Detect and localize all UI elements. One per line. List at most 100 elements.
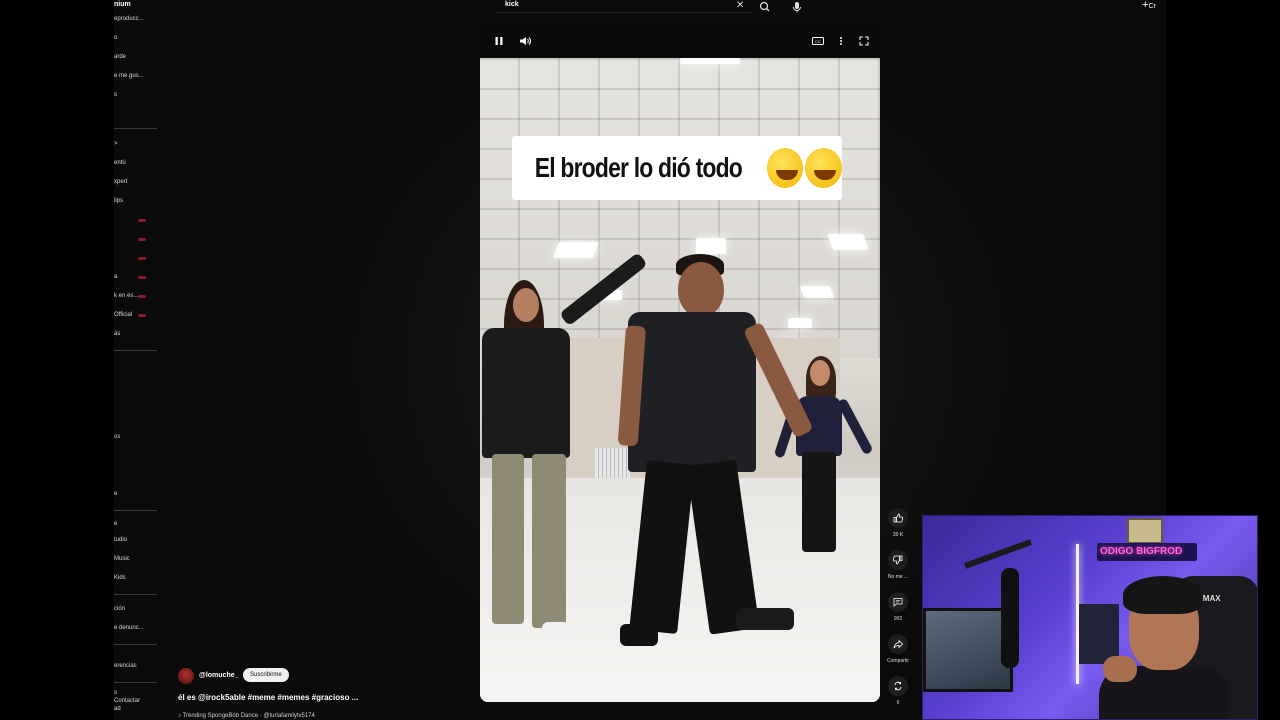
leg xyxy=(532,454,566,628)
sidebar-item-show-more[interactable]: ás xyxy=(114,331,120,337)
ceiling-light xyxy=(553,242,599,258)
remix-action[interactable]: 6 xyxy=(884,676,912,706)
search-input[interactable]: kick xyxy=(505,1,519,8)
ceiling-light xyxy=(827,234,869,250)
live-indicator-icon xyxy=(138,314,146,317)
sidebar-item-studio[interactable]: tudio xyxy=(114,537,127,543)
more-vert-icon xyxy=(840,37,842,45)
sidebar-item-more-yt[interactable]: e xyxy=(114,491,117,497)
sidebar-item-sub-2[interactable]: xpert xyxy=(114,179,127,185)
dislike-action[interactable]: No me ... xyxy=(884,550,912,580)
sidebar-item-sub-6[interactable]: a xyxy=(114,274,117,280)
dislike-label: No me ... xyxy=(887,574,909,580)
ceiling-light xyxy=(799,286,835,298)
search-icon xyxy=(759,1,770,12)
hoodie xyxy=(482,328,570,458)
player-controls: CC xyxy=(480,22,880,58)
live-indicator-icon xyxy=(138,219,146,222)
channel-name[interactable]: @lomuche_ xyxy=(199,672,239,679)
share-label: Compartir xyxy=(887,658,909,664)
sidebar-item-sub-8[interactable]: Official xyxy=(114,312,132,318)
head xyxy=(513,288,539,322)
sidebar-item-premium[interactable]: nium xyxy=(114,1,131,8)
share-button[interactable] xyxy=(888,634,908,654)
sidebar-divider xyxy=(114,644,157,645)
t-shirt xyxy=(628,312,756,472)
voice-search-button[interactable] xyxy=(789,0,805,13)
comment-icon xyxy=(893,598,903,607)
sidebar-item-sub-3[interactable]: lips xyxy=(114,198,123,204)
remix-icon xyxy=(894,681,902,691)
shorts-player[interactable]: CC El broder lo dió todo xyxy=(480,22,880,702)
like-count: 39 K xyxy=(892,532,904,538)
subscribe-button[interactable]: Suscribirme xyxy=(243,668,289,682)
remix-count: 6 xyxy=(896,700,900,706)
sidebar-item-liked[interactable]: e me gus... xyxy=(114,73,144,79)
footer-link-contact[interactable]: Contactar xyxy=(114,698,140,704)
remix-button[interactable] xyxy=(888,676,908,696)
sidebar-divider xyxy=(114,682,157,683)
music-credit[interactable]: ♪ Trending SpongeBob Dance · @turlafamil… xyxy=(178,713,315,719)
laughing-emoji-icon xyxy=(766,148,804,188)
caption-text: El broder lo dió todo xyxy=(534,152,743,183)
mic-icon xyxy=(793,2,801,13)
ceiling-light xyxy=(696,238,726,254)
close-icon[interactable]: ✕ xyxy=(736,0,744,11)
sidebar-item-sub-7[interactable]: k en es... xyxy=(114,293,138,299)
sidebar-subscriptions-header[interactable]: > xyxy=(114,141,118,147)
live-indicator-icon xyxy=(138,295,146,298)
share-action[interactable]: Compartir xyxy=(884,634,912,664)
sidebar-item-settings[interactable]: ción xyxy=(114,606,125,612)
shoe xyxy=(620,624,658,646)
video-frame: El broder lo dió todo xyxy=(480,58,880,702)
channel-avatar[interactable] xyxy=(178,668,194,684)
like-action[interactable]: 39 K xyxy=(884,508,912,538)
sidebar-item-kids[interactable]: Kids xyxy=(114,575,126,581)
neon-sign: ODIGO BIGFROD xyxy=(1097,543,1197,561)
footer-link[interactable]: s xyxy=(114,690,117,696)
captions-button[interactable]: CC xyxy=(811,34,825,48)
video-title[interactable]: él es @irock5able #meme #memes #gracioso… xyxy=(178,693,358,702)
fullscreen-button[interactable] xyxy=(857,34,871,48)
search-button[interactable] xyxy=(756,0,774,12)
sidebar-item-videos[interactable]: o xyxy=(114,35,117,41)
volume-button[interactable] xyxy=(518,34,532,48)
live-indicator-icon xyxy=(138,238,146,241)
head xyxy=(810,360,830,386)
sidebar-item-playlist[interactable]: eproducc... xyxy=(114,16,144,22)
wall-frame xyxy=(1127,518,1163,544)
sidebar-divider xyxy=(114,594,157,595)
sidebar-item-watch-later[interactable]: arde xyxy=(114,54,126,60)
sidebar-item-report[interactable]: e denunc... xyxy=(114,625,144,631)
shelf xyxy=(1079,604,1119,664)
thumbs-down-icon xyxy=(893,555,903,565)
share-icon xyxy=(893,639,903,649)
mic-arm xyxy=(964,539,1032,569)
head xyxy=(678,262,724,318)
leg xyxy=(492,454,524,624)
streamer-hair xyxy=(1123,576,1203,614)
like-button[interactable] xyxy=(888,508,908,528)
footer-link[interactable]: ad xyxy=(114,706,121,712)
sidebar-item-sub-1[interactable]: entú xyxy=(114,160,126,166)
volume-icon xyxy=(520,37,531,45)
create-label: Cr xyxy=(1148,3,1156,10)
live-indicator-icon xyxy=(138,276,146,279)
sidebar-item-explore[interactable]: os xyxy=(114,434,120,440)
comments-button[interactable] xyxy=(888,592,908,612)
monitor xyxy=(923,608,1013,692)
comments-action[interactable]: 902 xyxy=(884,592,912,622)
search-box[interactable]: kick ✕ xyxy=(496,0,752,13)
captions-icon: CC xyxy=(812,37,824,45)
sidebar-item-preferences[interactable]: erencias xyxy=(114,663,137,669)
sidebar-item-more[interactable]: s xyxy=(114,92,117,98)
legs xyxy=(802,452,836,552)
create-button[interactable]: +Cr xyxy=(1142,0,1166,12)
sidebar-item-music[interactable]: Music xyxy=(114,556,130,562)
sidebar-item-premium-2[interactable]: e xyxy=(114,521,117,527)
shoe xyxy=(542,622,570,636)
pause-button[interactable] xyxy=(492,34,506,48)
more-options-button[interactable] xyxy=(834,34,848,48)
webcam-overlay: ODIGO BIGFROD DMAX xyxy=(922,515,1258,720)
dislike-button[interactable] xyxy=(888,550,908,570)
